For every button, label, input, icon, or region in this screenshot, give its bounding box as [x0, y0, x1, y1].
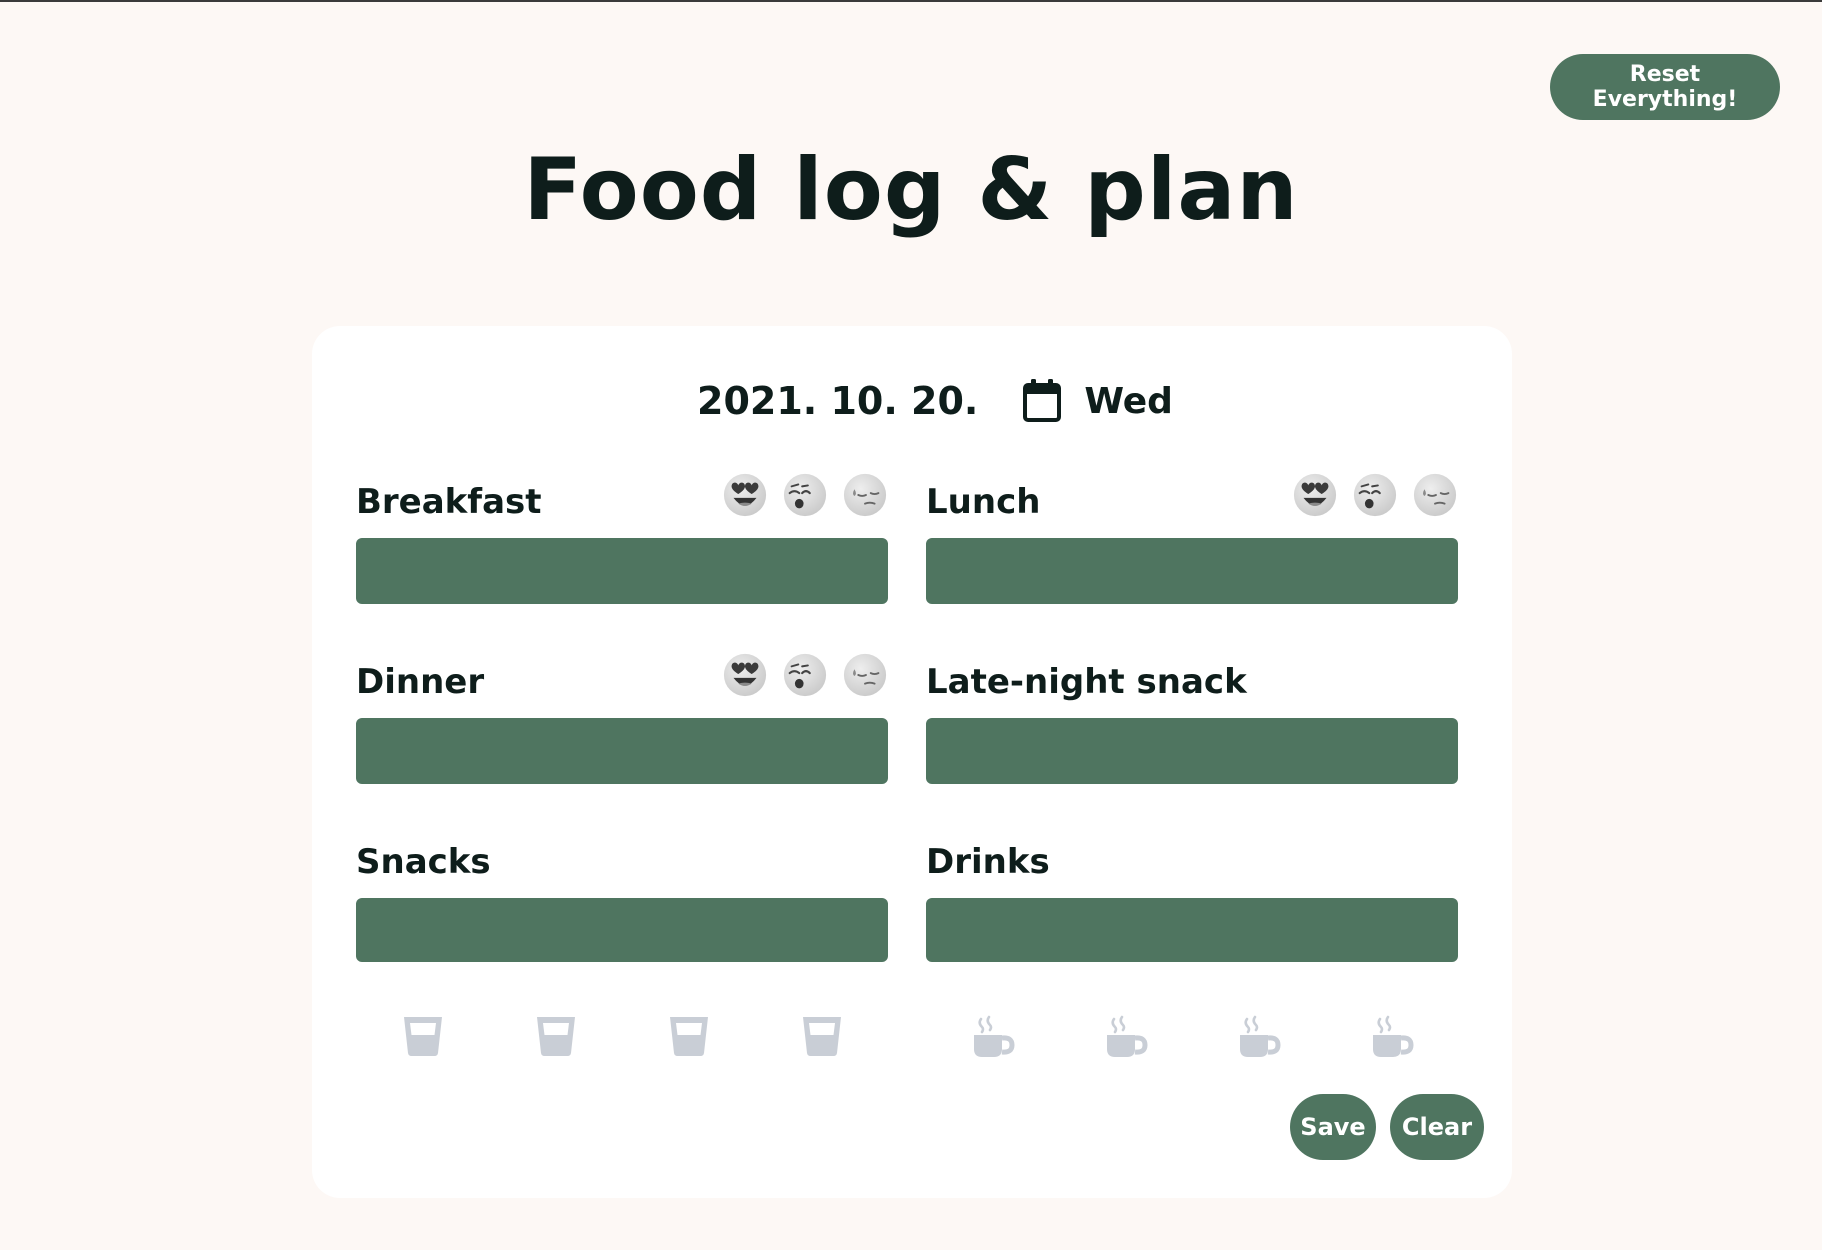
heart-eyes-face-icon[interactable]: [1292, 472, 1338, 518]
breakfast-input[interactable]: [356, 538, 888, 604]
save-button[interactable]: Save: [1290, 1094, 1376, 1160]
date-value: 2021. 10. 20.: [697, 379, 979, 423]
date-row: 2021. 10. 20. Wed: [312, 376, 1512, 426]
water-glass-icon[interactable]: [401, 1014, 445, 1058]
water-tracker: [356, 1008, 888, 1064]
lunch-input[interactable]: [926, 538, 1458, 604]
neutral-face-icon[interactable]: [1352, 472, 1398, 518]
coffee-cup-icon[interactable]: [1369, 1013, 1415, 1059]
coffee-tracker: [926, 1008, 1458, 1064]
snacks-input[interactable]: [356, 898, 888, 962]
reset-everything-button[interactable]: Reset Everything!: [1550, 54, 1780, 120]
sad-face-icon[interactable]: [842, 472, 888, 518]
clear-button[interactable]: Clear: [1390, 1094, 1484, 1160]
heart-eyes-face-icon[interactable]: [722, 652, 768, 698]
drinks-input[interactable]: [926, 898, 1458, 962]
water-glass-icon[interactable]: [667, 1014, 711, 1058]
sad-face-icon[interactable]: [842, 652, 888, 698]
mood-selector: [722, 472, 888, 518]
water-glass-icon[interactable]: [534, 1014, 578, 1058]
neutral-face-icon[interactable]: [782, 472, 828, 518]
coffee-cup-icon[interactable]: [970, 1013, 1016, 1059]
meal-label-late-night-snack: Late-night snack: [926, 662, 1247, 702]
late-night-snack-input[interactable]: [926, 718, 1458, 784]
meal-label-dinner: Dinner: [356, 662, 485, 702]
food-log-card: 2021. 10. 20. Wed Breakfast Lunch Dinner…: [312, 326, 1512, 1198]
meal-label-breakfast: Breakfast: [356, 482, 542, 522]
heart-eyes-face-icon[interactable]: [722, 472, 768, 518]
day-of-week: Wed: [1084, 380, 1173, 422]
dinner-input[interactable]: [356, 718, 888, 784]
water-glass-icon[interactable]: [800, 1014, 844, 1058]
meal-label-lunch: Lunch: [926, 482, 1041, 522]
mood-selector: [1292, 472, 1458, 518]
meal-label-drinks: Drinks: [926, 842, 1050, 882]
mood-selector: [722, 652, 888, 698]
meal-label-snacks: Snacks: [356, 842, 491, 882]
coffee-cup-icon[interactable]: [1103, 1013, 1149, 1059]
sad-face-icon[interactable]: [1412, 472, 1458, 518]
calendar-icon[interactable]: [1022, 379, 1062, 423]
neutral-face-icon[interactable]: [782, 652, 828, 698]
coffee-cup-icon[interactable]: [1236, 1013, 1282, 1059]
action-buttons: Save Clear: [1290, 1094, 1484, 1160]
page-title: Food log & plan: [523, 140, 1299, 240]
